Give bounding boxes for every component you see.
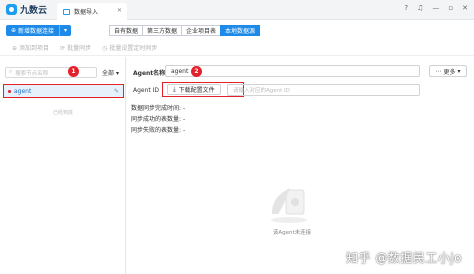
plus-icon: ⊕ xyxy=(12,45,18,52)
list-item-agent[interactable]: agent ✎ xyxy=(3,84,124,98)
segment-enterprise[interactable]: 企业项目表 xyxy=(181,25,222,36)
agent-name-field[interactable]: agent xyxy=(165,65,420,77)
left-panel: ⌕ 搜索节点名称 全部 ▾ agent ✎ 已经到底 xyxy=(0,57,126,274)
stat-sync-fail-count: 同步失败的表数量: - xyxy=(131,127,186,134)
chevron-down-icon: ▾ xyxy=(115,70,119,77)
segment-third-party[interactable]: 第三方数据 xyxy=(142,25,183,36)
app-logo: 九数云 xyxy=(6,3,47,16)
plus-icon: ⊕ xyxy=(11,27,18,34)
agent-id-field[interactable]: 请输入对应的Agent ID xyxy=(227,84,420,96)
window-controls: ? ♫ — ▫ ✕ xyxy=(404,4,468,12)
status-dot-icon xyxy=(8,89,11,93)
sync-icon: ⟳ xyxy=(60,45,66,52)
download-config-button[interactable]: ⤓ 下载配置文件 xyxy=(167,84,221,95)
agent-id-label: Agent ID xyxy=(133,87,160,94)
stat-sync-complete-time: 数据同步完成时间: - xyxy=(131,105,186,112)
node-search-input[interactable]: ⌕ 搜索节点名称 xyxy=(5,67,97,78)
tab-label: 数据导入 xyxy=(74,9,99,16)
stat-sync-success-count: 同步成功的表数量: - xyxy=(131,116,186,123)
agent-item-label: agent xyxy=(14,87,32,95)
toolbar: ⊕ 新增数据连接 ▾ 自有数据 第三方数据 企业项目表 本地数据源 xyxy=(0,20,474,40)
chevron-down-icon[interactable]: ▾ xyxy=(60,27,71,34)
tab-data-import[interactable]: 数据导入 ✕ xyxy=(57,3,127,20)
source-segment: 自有数据 第三方数据 企业项目表 本地数据源 xyxy=(109,25,261,36)
bell-icon[interactable]: ♫ xyxy=(417,4,423,12)
segment-local-source[interactable]: 本地数据源 xyxy=(220,25,261,36)
more-icon: ⋯ xyxy=(435,67,442,75)
logo-text: 九数云 xyxy=(20,6,48,16)
logo-icon xyxy=(6,4,17,15)
empty-state-text: 该Agent未连接 xyxy=(272,230,312,236)
chevron-down-icon: ▾ xyxy=(457,67,461,75)
minimize-icon[interactable]: — xyxy=(432,4,439,12)
list-footer: 已经到底 xyxy=(52,110,73,116)
annotation-badge-1: 1 xyxy=(68,66,79,77)
batch-sync-button[interactable]: ⟳ 批量同步 xyxy=(60,43,91,52)
action-bar: ⊕ 添加到项目 ⟳ 批量同步 ◷ 批量设置定时同步 xyxy=(0,40,474,56)
search-icon: ⌕ xyxy=(9,69,13,75)
filter-dropdown[interactable]: 全部 ▾ xyxy=(102,68,119,77)
edit-icon[interactable]: ✎ xyxy=(114,88,119,95)
watermark-text: 知乎 @数据民工小jo xyxy=(346,251,462,265)
search-placeholder: 搜索节点名称 xyxy=(15,70,49,77)
detail-panel: Agent名称 agent ⋯ 更多 ▾ Agent ID ⤓ 下载配置文件 请输入… xyxy=(127,57,474,274)
segment-own-data[interactable]: 自有数据 xyxy=(109,25,144,36)
close-icon[interactable]: ✕ xyxy=(117,7,122,14)
title-bar: 九数云 数据导入 ✕ ? ♫ — ▫ ✕ xyxy=(0,0,474,20)
restore-icon[interactable]: ▫ xyxy=(448,4,453,12)
new-connection-button[interactable]: ⊕ 新增数据连接 ▾ xyxy=(6,25,71,36)
help-icon[interactable]: ? xyxy=(404,4,408,12)
close-icon[interactable]: ✕ xyxy=(462,4,468,12)
new-connection-label: 新增数据连接 xyxy=(17,28,54,35)
clock-icon: ◷ xyxy=(102,45,108,52)
add-to-project-button[interactable]: ⊕ 添加到项目 xyxy=(12,43,49,52)
agent-name-label: Agent名称 xyxy=(133,70,166,77)
download-icon: ⤓ xyxy=(173,85,176,93)
batch-schedule-button[interactable]: ◷ 批量设置定时同步 xyxy=(102,43,157,52)
data-import-icon xyxy=(63,8,70,15)
empty-state-icon xyxy=(271,188,307,223)
annotation-badge-2: 2 xyxy=(191,66,202,77)
more-button[interactable]: ⋯ 更多 ▾ xyxy=(429,65,467,77)
